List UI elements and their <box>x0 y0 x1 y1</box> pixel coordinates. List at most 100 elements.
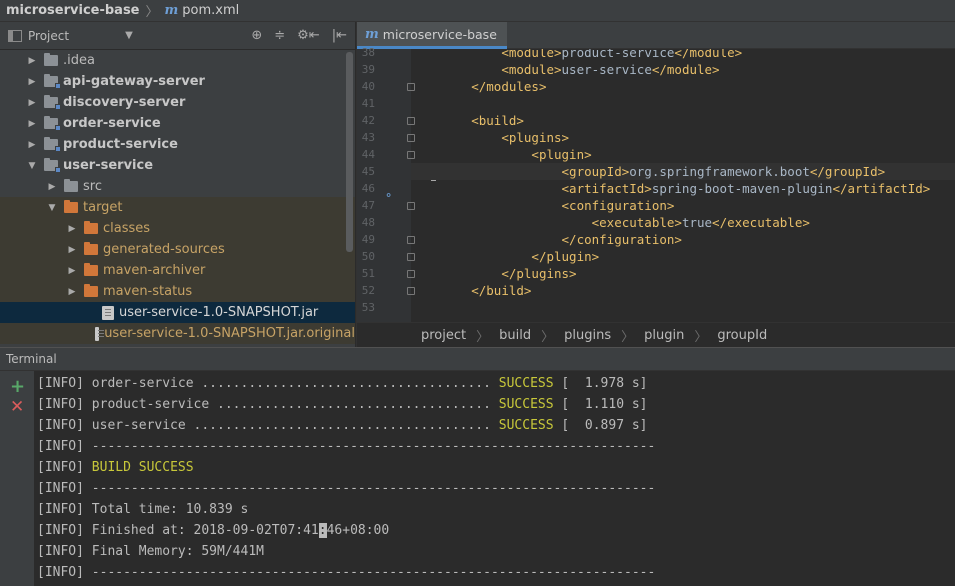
tab-microservice-base[interactable]: m microservice-base <box>357 22 507 49</box>
expand-right-icon[interactable]: ▶ <box>66 245 78 255</box>
expand-right-icon[interactable]: ▶ <box>26 56 38 66</box>
tree-item[interactable]: ▼ user-service <box>0 155 355 176</box>
tree-item-label: src <box>83 179 102 194</box>
expand-right-icon[interactable]: ▶ <box>26 77 38 87</box>
close-session-icon[interactable]: ✕ <box>10 397 24 417</box>
project-view-selector[interactable]: Project <box>28 29 69 43</box>
hide-panel-icon[interactable]: |⇤ <box>332 28 347 43</box>
expand-right-icon[interactable]: ▶ <box>26 98 38 108</box>
tree-item[interactable]: ▶ src <box>0 176 355 197</box>
new-session-plus-icon[interactable]: + <box>10 376 25 397</box>
expand-right-icon[interactable]: ▶ <box>66 287 78 297</box>
tree-item[interactable]: ▶ discovery-server <box>0 92 355 113</box>
terminal-text: [INFO] ---------------------------------… <box>37 481 656 496</box>
scroll-from-source-icon[interactable]: ⊕ <box>251 28 262 43</box>
tree-item[interactable]: ▶ maven-archiver <box>0 260 355 281</box>
tree-item[interactable]: user-service-1.0-SNAPSHOT.jar.original <box>0 323 355 344</box>
terminal-line: [INFO] ---------------------------------… <box>37 436 955 457</box>
project-panel-header: Project ▼ ⊕ ≑ ⚙⇤ |⇤ <box>0 22 355 50</box>
folder-icon <box>84 284 98 297</box>
editor-tab-bar: m microservice-base <box>357 22 955 49</box>
code-line: </plugins> <box>411 265 955 282</box>
tree-item-label: maven-archiver <box>103 263 206 278</box>
settings-gear-icon[interactable]: ⚙⇤ <box>297 28 320 43</box>
expand-right-icon[interactable]: ▶ <box>66 266 78 276</box>
terminal-output[interactable]: [INFO] order-service ...................… <box>37 373 955 583</box>
breadcrumb-project[interactable]: project <box>421 328 466 343</box>
jar-file-icon <box>102 305 114 320</box>
tree-item-label: order-service <box>63 116 161 131</box>
chevron-down-icon[interactable]: ▼ <box>125 30 133 41</box>
breadcrumb-plugins[interactable]: plugins <box>564 328 611 343</box>
terminal-text: [INFO] ---------------------------------… <box>37 439 656 454</box>
maven-file-icon: m <box>164 3 179 18</box>
terminal-header: Terminal <box>0 348 955 371</box>
tree-item[interactable]: user-service-1.0-SNAPSHOT.jar <box>0 302 355 323</box>
nav-file-name[interactable]: pom.xml <box>182 3 239 18</box>
override-marker-icon[interactable]: ⚬ <box>384 189 393 202</box>
project-scrollbar[interactable] <box>346 52 353 252</box>
collapse-all-icon[interactable]: ≑ <box>274 28 285 43</box>
terminal-toolbar: + ✕ <box>0 371 34 586</box>
tree-item-label: user-service <box>63 158 154 173</box>
terminal-text: [INFO] <box>37 460 92 475</box>
line-number: 42 <box>361 114 375 127</box>
code-area[interactable]: <module>product-service</module> <module… <box>411 49 955 322</box>
breadcrumb-groupid[interactable]: groupId <box>717 328 767 343</box>
expand-right-icon[interactable]: ▶ <box>66 224 78 234</box>
terminal-text: [INFO] Total time: 10.839 s <box>37 502 249 517</box>
folder-icon <box>64 200 78 213</box>
module-folder-icon <box>44 137 61 152</box>
tree-item-label: product-service <box>63 137 178 152</box>
nav-project-name[interactable]: microservice-base <box>6 3 140 18</box>
xml-tag: <configuration> <box>561 198 675 213</box>
line-number: 50 <box>361 250 375 263</box>
tree-item[interactable]: ▶ order-service <box>0 113 355 134</box>
expand-down-icon[interactable]: ▼ <box>46 203 58 213</box>
breadcrumb-plugin[interactable]: plugin <box>644 328 684 343</box>
expand-right-icon[interactable]: ▶ <box>46 182 58 192</box>
expand-right-icon[interactable]: ▶ <box>26 119 38 129</box>
line-number: 51 <box>361 267 375 280</box>
expand-down-icon[interactable]: ▼ <box>26 161 38 171</box>
code-line: </plugin> <box>411 248 955 265</box>
code-line: <build> <box>411 112 955 129</box>
tree-item[interactable]: ▶ classes <box>0 218 355 239</box>
success-text: SUCCESS <box>498 397 554 412</box>
tree-item[interactable]: ▶ product-service <box>0 134 355 155</box>
terminal-text: [ 1.110 s] <box>553 397 648 412</box>
tree-item[interactable]: ▶ .idea <box>0 50 355 71</box>
code-line: <configuration> <box>411 197 955 214</box>
navigation-bar: microservice-base 〉 m pom.xml <box>0 0 955 22</box>
project-view-icon <box>8 29 22 42</box>
tree-item[interactable]: ▶ maven-status <box>0 281 355 302</box>
text-cursor: : <box>318 523 327 538</box>
expand-right-icon[interactable]: ▶ <box>26 140 38 150</box>
tree-item[interactable]: ▶ generated-sources <box>0 239 355 260</box>
xml-tag: </build> <box>471 283 532 298</box>
xml-tag: </module> <box>674 49 743 60</box>
breadcrumb-build[interactable]: build <box>499 328 531 343</box>
line-number: 40 <box>361 80 375 93</box>
folder-icon <box>84 263 98 276</box>
folder-icon <box>64 179 78 192</box>
folder-icon <box>44 53 58 66</box>
terminal-line: [INFO] Total time: 10.839 s <box>37 499 955 520</box>
xml-tag: <groupId> <box>561 164 630 179</box>
xml-text: org.springframework.boot <box>629 164 810 179</box>
tree-item-label: discovery-server <box>63 95 186 110</box>
tree-item[interactable]: ▶ api-gateway-server <box>0 71 355 92</box>
breadcrumb-separator: 〉 <box>476 329 490 345</box>
xml-tag: </plugins> <box>501 266 577 281</box>
code-line: </build> <box>411 282 955 299</box>
tree-item[interactable]: ▼ target <box>0 197 355 218</box>
xml-tag: <artifactId> <box>561 181 652 196</box>
code-line: <plugin> <box>411 146 955 163</box>
